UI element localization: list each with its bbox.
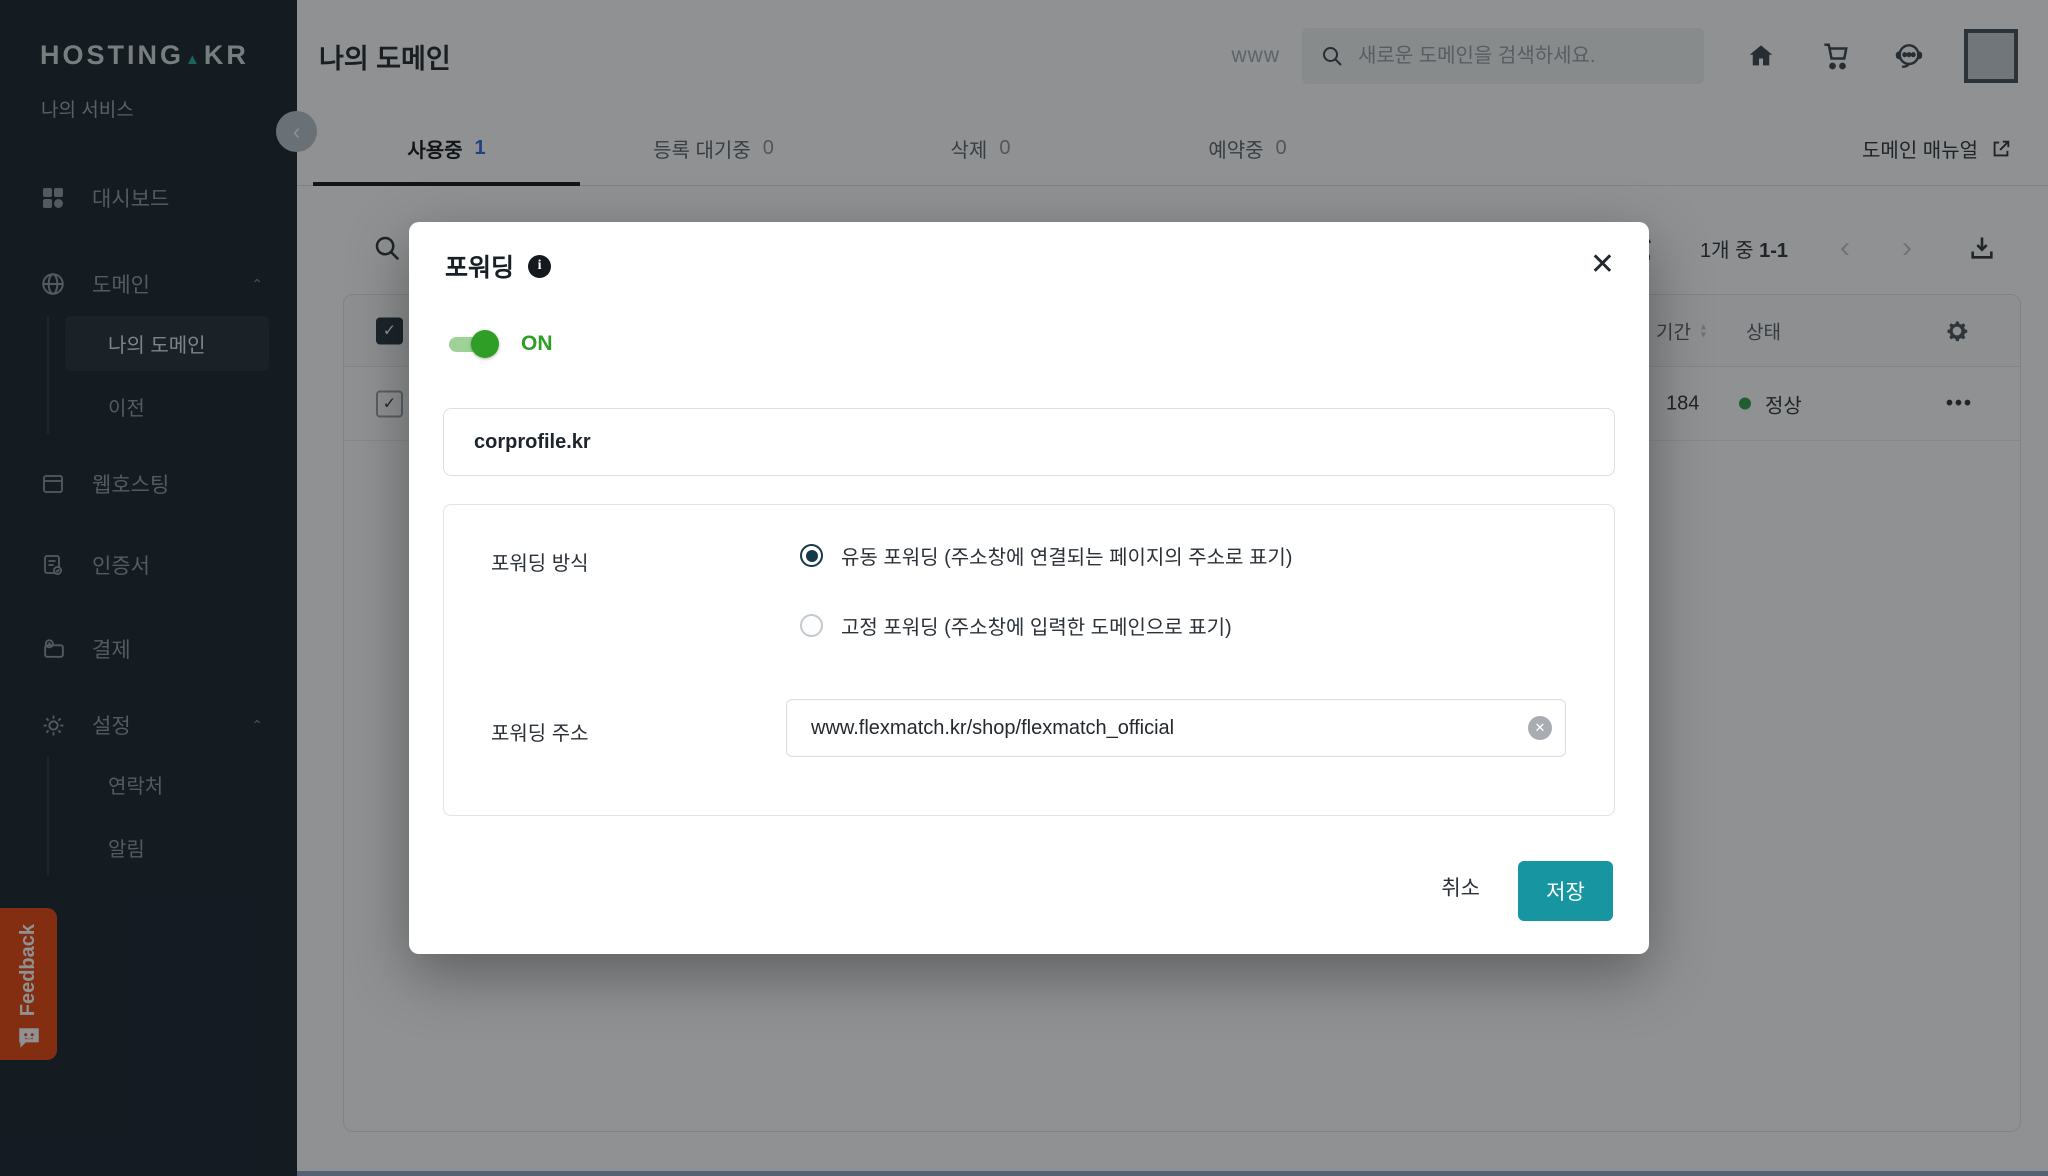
forwarding-toggle-row: ON (449, 332, 553, 356)
radio-label: 고정 포워딩 (주소창에 입력한 도메인으로 표기) (841, 611, 1232, 640)
modal-title-text: 포워딩 (445, 248, 514, 284)
forwarding-address-field[interactable] (786, 699, 1566, 757)
radio-label: 유동 포워딩 (주소창에 연결되는 페이지의 주소로 표기) (841, 541, 1292, 570)
forwarding-settings-section: 포워딩 방식 유동 포워딩 (주소창에 연결되는 페이지의 주소로 표기) 고정… (443, 504, 1615, 816)
domain-field[interactable] (443, 408, 1615, 476)
forwarding-modal: 포워딩 i ✕ ON 포워딩 방식 유동 포워딩 (주소창에 연결되는 페이지의… (409, 222, 1649, 954)
radio-fixed-forwarding[interactable]: 고정 포워딩 (주소창에 입력한 도메인으로 표기) (800, 611, 1232, 640)
info-icon[interactable]: i (528, 255, 551, 278)
close-icon[interactable]: ✕ (1584, 244, 1621, 286)
forwarding-toggle[interactable] (449, 334, 495, 354)
cancel-button[interactable]: 취소 (1441, 872, 1480, 902)
forwarding-address-wrap: ✕ (786, 699, 1566, 757)
toggle-state-label: ON (521, 332, 553, 356)
radio-selected-icon (800, 544, 823, 567)
forwarding-method-label: 포워딩 방식 (491, 547, 589, 576)
clear-input-icon[interactable]: ✕ (1528, 716, 1552, 740)
radio-dynamic-forwarding[interactable]: 유동 포워딩 (주소창에 연결되는 페이지의 주소로 표기) (800, 541, 1292, 570)
toggle-knob (471, 330, 499, 358)
radio-unselected-icon (800, 614, 823, 637)
modal-title: 포워딩 i (445, 248, 551, 284)
forwarding-address-label: 포워딩 주소 (491, 717, 589, 746)
save-button[interactable]: 저장 (1518, 861, 1613, 921)
